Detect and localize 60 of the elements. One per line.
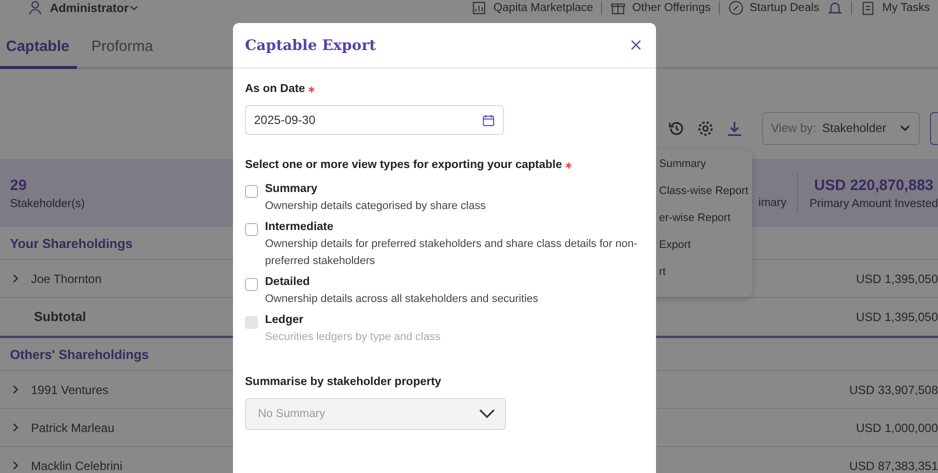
section-title: Others' Shareholdings bbox=[10, 346, 149, 362]
header-link[interactable]: My Tasks bbox=[882, 2, 930, 14]
calendar-icon[interactable] bbox=[482, 114, 495, 126]
field-label: Summarise by stakeholder property bbox=[245, 376, 442, 388]
stat-value: 29 bbox=[10, 176, 28, 194]
chevron-down-icon bbox=[128, 3, 139, 13]
chart-icon bbox=[471, 0, 488, 16]
option-label: Detailed bbox=[265, 276, 311, 288]
header-link[interactable]: Other Offerings bbox=[632, 2, 711, 14]
amount-cell: USD 33,907,508 bbox=[849, 382, 938, 396]
user-icon bbox=[28, 0, 44, 16]
summary-select[interactable]: No Summary bbox=[245, 398, 506, 430]
tab[interactable]: Captable bbox=[0, 28, 78, 69]
menu-item[interactable]: Summary bbox=[659, 158, 748, 175]
subtotal-label: Subtotal bbox=[33, 309, 86, 324]
chevron-right-icon[interactable] bbox=[10, 422, 21, 433]
option-description: Ownership details across all stakeholders and securities bbox=[265, 292, 540, 307]
menu-item[interactable]: er-wise Report bbox=[659, 212, 748, 229]
chevron-right-icon[interactable] bbox=[10, 384, 21, 395]
stat-value: USD 220,870,883 bbox=[814, 176, 934, 194]
checkbox[interactable] bbox=[245, 278, 258, 291]
stakeholder-name: 1991 Ventures bbox=[31, 382, 108, 396]
user-menu[interactable]: Administrator bbox=[50, 1, 129, 15]
option-label: Summary bbox=[265, 183, 318, 195]
checkbox[interactable] bbox=[245, 223, 258, 236]
stat-label: imary bbox=[758, 197, 787, 209]
header-link[interactable]: Startup Deals bbox=[750, 2, 820, 14]
checkbox[interactable] bbox=[245, 185, 258, 198]
stakeholder-name: Macklin Celebrini bbox=[31, 458, 122, 472]
menu-item[interactable]: Export bbox=[659, 239, 748, 256]
menu-item[interactable]: rt bbox=[659, 266, 748, 283]
chevron-right-icon[interactable] bbox=[10, 273, 21, 284]
field-label: As on Date bbox=[245, 83, 306, 95]
clipboard-icon bbox=[860, 0, 876, 16]
stakeholder-name: Patrick Marleau bbox=[31, 420, 114, 434]
amount-cell: USD 1,000,000 bbox=[856, 420, 938, 434]
stat-label: Primary Amount Invested bbox=[810, 198, 938, 210]
menu-item[interactable]: Class-wise Report bbox=[659, 185, 748, 202]
amount-cell: USD 87,383,351 bbox=[849, 458, 938, 472]
chevron-right-icon[interactable] bbox=[10, 460, 21, 471]
section-title: Your Shareholdings bbox=[10, 236, 133, 250]
option-label: Ledger bbox=[265, 314, 304, 326]
stat-label: Stakeholder(s) bbox=[10, 198, 85, 210]
tab[interactable]: Proforma bbox=[83, 28, 162, 69]
settings-icon[interactable] bbox=[696, 118, 715, 138]
close-icon[interactable] bbox=[630, 39, 642, 51]
bell-icon[interactable] bbox=[827, 0, 844, 16]
option-description: Ownership details for preferred stakeholders and share class details for non-preferred stakeholders bbox=[265, 237, 638, 269]
stakeholder-name: Joe Thornton bbox=[31, 272, 102, 286]
header-link[interactable]: Qapita Marketplace bbox=[493, 2, 594, 14]
chevron-down-icon bbox=[479, 409, 495, 419]
amount-cell: USD 1,395,050 bbox=[856, 310, 938, 324]
instruction-text: Select one or more view types for exporting your captable bbox=[245, 159, 562, 171]
amount-cell: USD 1,395,050 bbox=[856, 272, 938, 286]
dialog-title: Captable Export bbox=[245, 36, 376, 54]
option-description: Ownership details categorised by share class bbox=[265, 199, 487, 214]
option-description: Securities ledgers by type and class bbox=[265, 330, 442, 345]
option-label: Intermediate bbox=[265, 221, 334, 233]
view-by-dropdown[interactable]: View by: Stakeholder bbox=[762, 112, 920, 144]
date-field[interactable]: 2025-09-30 bbox=[245, 105, 504, 135]
